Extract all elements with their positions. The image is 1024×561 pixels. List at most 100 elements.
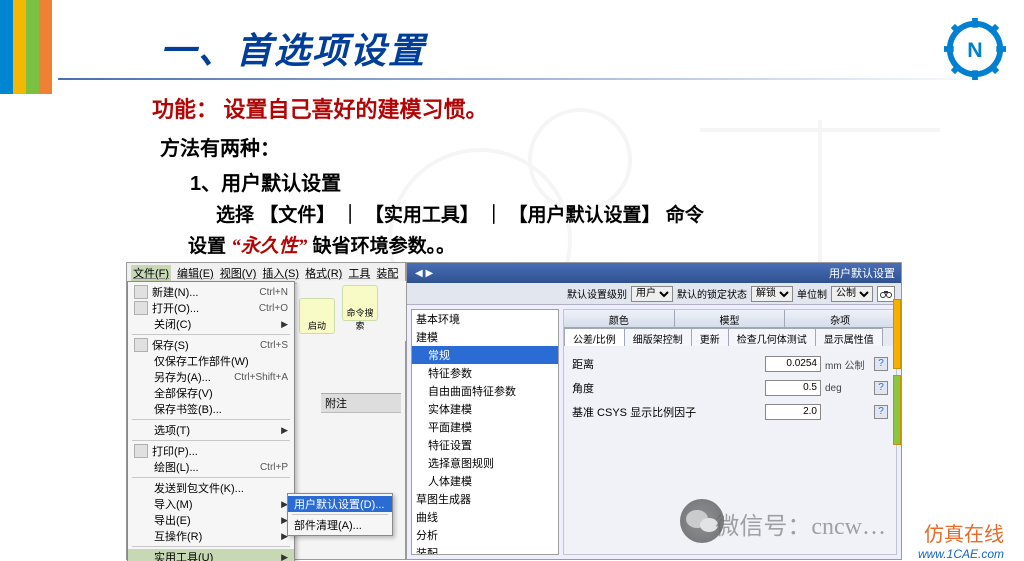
menu-item-label: 打印(P)... — [152, 443, 288, 459]
file-menu-item-13[interactable]: 绘图(L)...Ctrl+P — [128, 459, 294, 475]
file-menu-item-1[interactable]: 打开(O)...Ctrl+O — [128, 300, 294, 316]
unit-label: 单位制 — [797, 286, 827, 301]
file-menu-item-16[interactable]: 导入(M)▶ — [128, 496, 294, 512]
setting-unit: deg — [825, 383, 871, 394]
menu-item-icon — [134, 285, 148, 299]
file-menu-item-5[interactable]: 仅保存工作部件(W) — [128, 353, 294, 369]
file-menu-item-15[interactable]: 发送到包文件(K)... — [128, 480, 294, 496]
dialog-nav-arrows[interactable]: ◀ ▶ — [415, 268, 433, 279]
tree-item-11[interactable]: 曲线 — [412, 508, 558, 526]
slide-content: 功能： 设置自己喜好的建模习惯。 方法有两种： 1、用户默认设置 选择 【文件】… — [152, 92, 984, 258]
tree-item-4[interactable]: 自由曲面特征参数 — [412, 382, 558, 400]
setting-row-2: 基准 CSYS 显示比例因子2.0? — [572, 404, 888, 420]
menu-separator — [132, 334, 290, 335]
category-tab-1[interactable]: 模型 — [675, 310, 786, 327]
help-icon[interactable]: ? — [874, 381, 888, 395]
menu-item-label: 另存为(A)... — [154, 369, 226, 385]
setting-value-input[interactable]: 2.0 — [765, 404, 821, 420]
menubar-item-6[interactable]: 装配 — [376, 265, 398, 281]
file-menu-item-17[interactable]: 导出(E)▶ — [128, 512, 294, 528]
menu-item-accel: Ctrl+N — [259, 287, 288, 298]
menubar-item-0[interactable]: 文件(F) — [131, 265, 171, 281]
menubar-item-4[interactable]: 格式(R) — [305, 265, 342, 281]
lock-select[interactable]: 解锁 — [751, 286, 793, 302]
path-seg-file: 【文件】 — [259, 205, 335, 226]
category-tab-2[interactable]: 杂项 — [785, 310, 896, 327]
menu-item-icon — [134, 338, 148, 352]
menu-item-label: 保存书签(B)... — [154, 401, 288, 417]
path-seg-userdefaults: 【用户默认设置】 — [508, 205, 660, 226]
setting-value-input[interactable]: 0.5 — [765, 380, 821, 396]
sub-tab-4[interactable]: 显示属性值 — [815, 328, 883, 346]
menu-separator — [132, 419, 290, 420]
menubar-item-3[interactable]: 插入(S) — [262, 265, 299, 281]
tree-item-9[interactable]: 人体建模 — [412, 472, 558, 490]
menu-separator — [132, 546, 290, 547]
menu-item-accel: Ctrl+Shift+A — [234, 372, 288, 383]
sub-tab-3[interactable]: 检查几何体测试 — [728, 328, 816, 346]
tree-item-6[interactable]: 平面建模 — [412, 418, 558, 436]
submenu-item-label: 用户默认设置(D)... — [294, 496, 386, 512]
file-menu-item-2[interactable]: 关闭(C)▶ — [128, 316, 294, 332]
handle-1 — [893, 299, 901, 369]
file-menu-item-12[interactable]: 打印(P)... — [128, 443, 294, 459]
file-menu-item-10[interactable]: 选项(T)▶ — [128, 422, 294, 438]
sub-tabs: 公差/比例细版架控制更新检查几何体测试显示属性值 — [564, 328, 896, 346]
tree-item-8[interactable]: 选择意图规则 — [412, 454, 558, 472]
path-sep-1: ｜ — [341, 205, 360, 226]
tree-item-10[interactable]: 草图生成器 — [412, 490, 558, 508]
slide-title: 一、首选项设置 — [160, 22, 426, 74]
menu-item-label: 导入(M) — [154, 496, 277, 512]
perm-quote-close: ” — [298, 236, 308, 257]
perm-suffix: 缺省环境参数。。 — [313, 236, 456, 257]
menubar-item-2[interactable]: 视图(V) — [220, 265, 257, 281]
file-menu-item-4[interactable]: 保存(S)Ctrl+S — [128, 337, 294, 353]
tree-item-2[interactable]: 常规 — [412, 346, 558, 364]
menu-item-accel: Ctrl+O — [259, 303, 288, 314]
unit-select[interactable]: 公制 — [831, 286, 873, 302]
sub-tab-2[interactable]: 更新 — [691, 328, 729, 346]
menubar-item-5[interactable]: 工具 — [348, 265, 370, 281]
file-menu-dropdown: 新建(N)...Ctrl+N打开(O)...Ctrl+O关闭(C)▶保存(S)C… — [127, 281, 295, 561]
tree-item-12[interactable]: 分析 — [412, 526, 558, 544]
tree-item-0[interactable]: 基本环境 — [412, 310, 558, 328]
settings-tree[interactable]: 基本环境建模常规特征参数自由曲面特征参数实体建模平面建模特征设置选择意图规则人体… — [411, 309, 559, 555]
setting-value-input[interactable]: 0.0254 — [765, 356, 821, 372]
sub-tab-0[interactable]: 公差/比例 — [564, 328, 625, 346]
tree-item-7[interactable]: 特征设置 — [412, 436, 558, 454]
level-label: 默认设置级别 — [567, 286, 627, 301]
sub-tab-1[interactable]: 细版架控制 — [624, 328, 692, 346]
title-divider — [58, 78, 1010, 80]
setting-label: 距离 — [572, 356, 765, 372]
toolbar-start-button[interactable]: 启动 — [299, 298, 335, 334]
menu-item-label: 保存(S) — [152, 337, 252, 353]
tree-item-3[interactable]: 特征参数 — [412, 364, 558, 382]
file-menu-item-0[interactable]: 新建(N)...Ctrl+N — [128, 284, 294, 300]
submenu-item-0[interactable]: 用户默认设置(D)... — [288, 496, 392, 512]
permanent-line: 设置 “永久性” 缺省环境参数。。 — [188, 231, 984, 258]
help-icon[interactable]: ? — [874, 357, 888, 371]
file-menu-item-18[interactable]: 互操作(R)▶ — [128, 528, 294, 544]
help-icon[interactable]: ? — [874, 405, 888, 419]
tree-item-13[interactable]: 装配 — [412, 544, 558, 555]
submenu-item-2[interactable]: 部件清理(A)... — [288, 517, 392, 533]
site-url-watermark: www.1CAE.com — [918, 547, 1004, 561]
menu-path-line: 选择 【文件】 ｜ 【实用工具】 ｜ 【用户默认设置】 命令 — [216, 200, 984, 227]
menu-separator — [132, 440, 290, 441]
file-menu-item-6[interactable]: 另存为(A)... Ctrl+Shift+A — [128, 369, 294, 385]
site-name-watermark: 仿真在线 — [924, 518, 1004, 547]
file-menu-item-20[interactable]: 实用工具(U)▶ — [128, 549, 294, 561]
dialog-title-bar: ◀ ▶ 用户默认设置 — [407, 263, 901, 283]
menubar-item-1[interactable]: 编辑(E) — [177, 265, 214, 281]
tree-item-5[interactable]: 实体建模 — [412, 400, 558, 418]
level-select[interactable]: 用户 — [631, 286, 673, 302]
file-menu-item-7[interactable]: 全部保存(V) — [128, 385, 294, 401]
toolbar-cmd-button[interactable]: 命令搜索 — [342, 285, 378, 321]
file-menu-item-8[interactable]: 保存书签(B)... — [128, 401, 294, 417]
menu-item-label: 关闭(C) — [154, 316, 277, 332]
category-tab-0[interactable]: 颜色 — [564, 310, 675, 327]
menu-item-label: 仅保存工作部件(W) — [154, 353, 288, 369]
tree-item-1[interactable]: 建模 — [412, 328, 558, 346]
setting-label: 基准 CSYS 显示比例因子 — [572, 404, 765, 420]
path-sep-2: ｜ — [484, 205, 503, 226]
